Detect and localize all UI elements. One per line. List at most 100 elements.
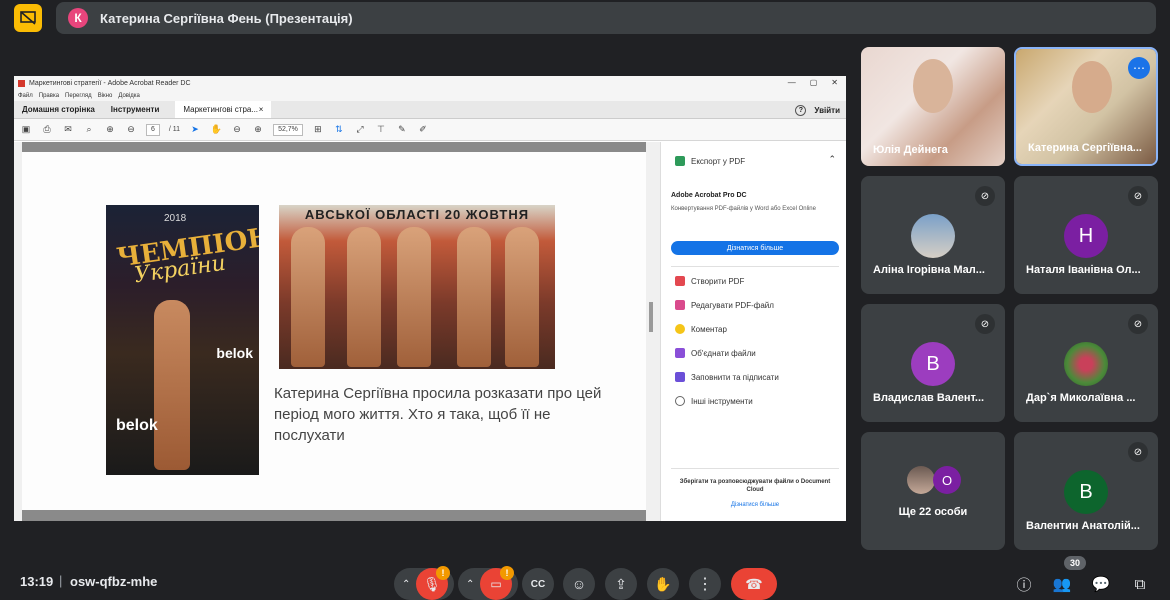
tab-close-icon[interactable]: × [259,105,264,114]
captions-icon[interactable]: CC [522,568,554,600]
slide-caption: Катерина Сергіївна просила розказати про… [274,385,602,444]
participant-face [1072,61,1112,113]
save-icon[interactable]: ▣ [20,124,32,136]
emoji-reaction-icon[interactable]: ☺ [563,568,595,600]
page-gap-bottom [22,510,646,521]
more-tools-icon [675,396,685,406]
zoom-select[interactable]: 52,7% [273,123,303,136]
minimize-button[interactable]: — [788,78,796,87]
create-pdf-item[interactable]: Створити PDF [675,276,744,286]
participant-tile[interactable]: ⊘ Аліна Ігорівна Мал... [861,176,1005,294]
learn-more-button[interactable]: Дізнатися більше [671,241,839,255]
participant-tile[interactable]: ⊘ В Владислав Валент... [861,304,1005,422]
others-avatar: О [933,466,961,494]
window-title: Маркетингові стратегії - Adobe Acrobat R… [29,79,191,87]
raise-hand-icon[interactable]: ✋ [647,568,679,600]
tab-tools[interactable]: Інструменти [103,101,168,118]
next-page-icon[interactable]: ⊖ [125,124,137,136]
photo1-year: 2018 [164,213,187,224]
athlete-figure [347,227,381,367]
more-tools-item[interactable]: Інші інструменти [675,396,753,406]
edit-pdf-item[interactable]: Редагувати PDF-файл [675,300,774,310]
others-tile[interactable]: О Ще 22 особи [861,432,1005,550]
zoom-in-icon[interactable]: ⊕ [252,124,264,136]
divider [671,468,839,469]
photo1-brand: belok [216,345,253,361]
participant-count-badge: 30 [1064,556,1086,570]
tab-document[interactable]: Маркетингові стра... × [175,101,272,118]
collapse-chevron-icon[interactable]: ⌃ [828,154,836,165]
meeting-details-icon[interactable]: ⓘ [1014,574,1034,594]
search-icon[interactable]: ⌕ [83,124,95,136]
export-pdf-icon [675,156,685,166]
fill-sign-item[interactable]: Заповнити та підписати [675,372,779,382]
sign-in-button[interactable]: Увійти [814,106,840,115]
participant-name: Дар`я Миколаївна ... [1026,392,1136,404]
menu-file[interactable]: Файл [18,93,33,99]
menu-view[interactable]: Перегляд [65,93,92,99]
more-options-icon[interactable]: ⋮ [689,568,721,600]
presenter-avatar: К [68,8,88,28]
participant-tile[interactable]: ⊘ Дар`я Миколаївна ... [1014,304,1158,422]
acrobat-pro-description: Конвертування PDF-файлів у Word або Exce… [671,206,816,212]
maximize-button[interactable]: ▢ [810,78,818,87]
close-button[interactable]: ✕ [831,78,838,87]
participant-face [913,59,953,113]
read-mode-icon[interactable]: ⊤ [375,124,387,136]
presenter-banner[interactable]: К Катерина Сергіївна Фень (Презентація) [56,2,1156,34]
mic-off-icon: ⊘ [975,314,995,334]
sign-in-area: ? Увійти [795,101,840,119]
fit-page-icon[interactable]: ⊞ [312,124,324,136]
activities-icon[interactable]: ⧉ [1130,574,1150,594]
comment-item[interactable]: Коментар [675,324,727,334]
document-viewport[interactable]: 2018 ЧЕМПІОНАТ України belok belok АВСЬК… [14,142,660,521]
participant-tile[interactable]: ⊘ В Валентин Анатолій... [1014,432,1158,550]
prev-page-icon[interactable]: ⊕ [104,124,116,136]
highlight-icon[interactable]: ✐ [417,124,429,136]
menu-edit[interactable]: Правка [39,93,59,99]
create-pdf-label: Створити PDF [691,276,745,286]
full-screen-icon[interactable]: ⤢ [354,124,366,136]
more-tools-label: Інші інструменти [691,396,753,406]
tab-home[interactable]: Домашня сторінка [14,101,103,118]
mic-options-chevron-icon[interactable]: ⌃ [402,579,410,590]
more-options-icon[interactable]: ⋯ [1128,57,1150,79]
mic-warning-badge: ! [436,566,450,580]
participant-name: Владислав Валент... [873,392,985,404]
export-pdf-label: Експорт у PDF [691,156,746,166]
scrollbar-thumb[interactable] [649,302,653,332]
help-icon[interactable]: ? [795,104,807,116]
combine-files-item[interactable]: Об'єднати файли [675,348,756,358]
participant-tile[interactable]: Юлія Дейнега [861,47,1005,166]
edit-pdf-label: Редагувати PDF-файл [691,300,774,310]
hand-tool-icon[interactable]: ✋ [210,124,222,136]
comment-icon[interactable]: ✎ [396,124,408,136]
participant-tile[interactable]: ⊘ Н Наталя Іванівна Ол... [1014,176,1158,294]
camera-options-chevron-icon[interactable]: ⌃ [466,579,474,590]
export-pdf-item[interactable]: Експорт у PDF [675,156,745,166]
select-tool-icon[interactable]: ➤ [189,124,201,136]
zoom-out-icon[interactable]: ⊖ [231,124,243,136]
combine-files-icon [675,348,685,358]
shared-screen-acrobat-window: Маркетингові стратегії - Adobe Acrobat R… [14,76,846,521]
menu-window[interactable]: Вікно [98,93,113,99]
scroll-mode-icon[interactable]: ⇅ [333,124,345,136]
people-icon[interactable]: 👥 [1052,574,1072,594]
present-screen-icon[interactable]: ⇪ [605,568,637,600]
fill-sign-icon [675,372,685,382]
participant-tile-active[interactable]: ⋯ Катерина Сергіївна... [1014,47,1158,166]
participant-name: Катерина Сергіївна... [1028,142,1142,154]
comment-label: Коментар [691,324,727,334]
print-icon[interactable]: ⎙ [41,124,53,136]
page-number-input[interactable]: 6 [146,123,160,136]
menu-help[interactable]: Довідка [118,93,140,99]
athlete-figure [505,227,539,367]
chat-icon[interactable]: 💬 [1091,574,1111,594]
presentation-indicator-icon[interactable] [14,4,42,32]
document-cloud-link[interactable]: Дізнатися більше [677,502,833,508]
window-controls: — ▢ ✕ [788,78,838,87]
camera-warning-badge: ! [500,566,514,580]
participant-name: Валентин Анатолій... [1026,520,1140,532]
end-call-icon[interactable]: ☎ [731,568,777,600]
email-icon[interactable]: ✉ [62,124,74,136]
